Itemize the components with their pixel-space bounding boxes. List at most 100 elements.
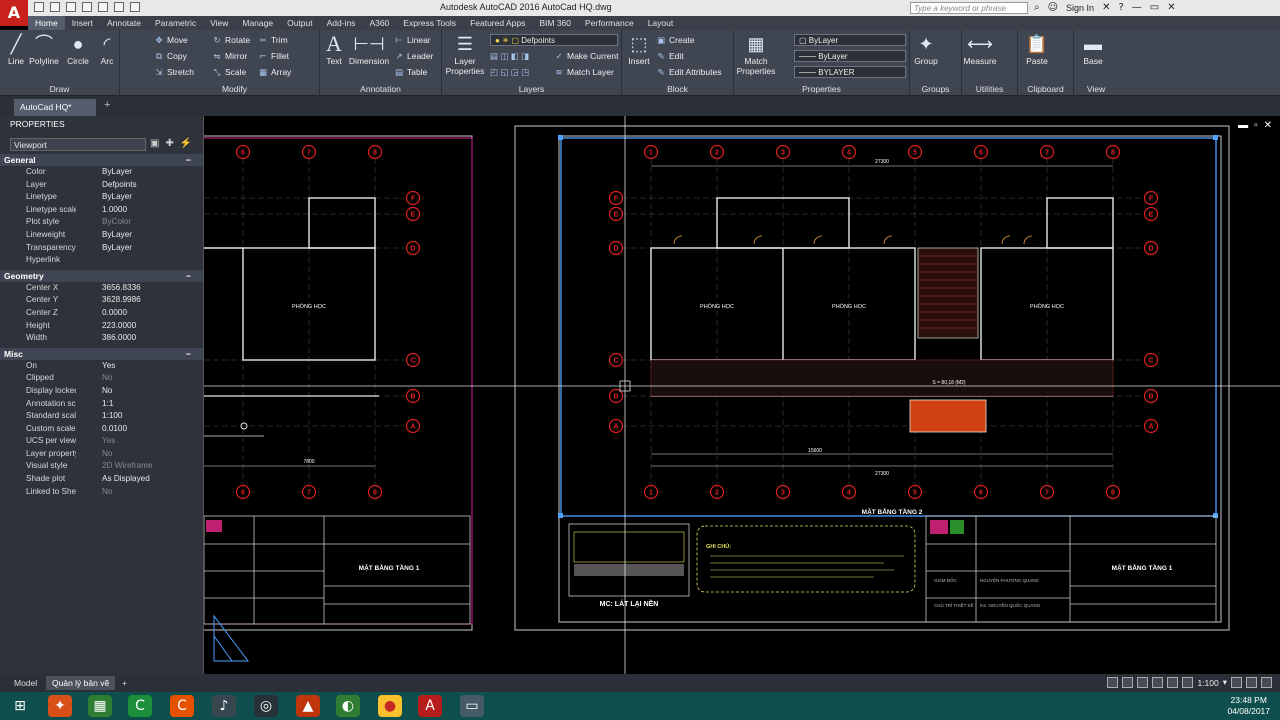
- property-row[interactable]: Linetype scale 1.0000: [0, 204, 203, 217]
- minimize-button[interactable]: —: [1132, 2, 1142, 14]
- linetype-dropdown[interactable]: ─── ByLayer: [794, 50, 906, 62]
- section-geometry[interactable]: Geometry −: [0, 269, 203, 282]
- block-panel-title[interactable]: Block: [622, 84, 733, 94]
- insert-button[interactable]: ⬚ Insert: [626, 34, 652, 66]
- viewport-scale[interactable]: 1:100: [1197, 678, 1218, 688]
- section-misc[interactable]: Misc −: [0, 347, 203, 360]
- search-input[interactable]: Type a keyword or phrase: [910, 2, 1028, 14]
- layers-panel-title[interactable]: Layers: [442, 84, 621, 94]
- groups-panel-title[interactable]: Groups: [910, 84, 961, 94]
- group-button[interactable]: ✦ Group: [912, 34, 940, 66]
- collapse-icon[interactable]: −: [186, 270, 191, 282]
- property-value[interactable]: Yes: [76, 435, 203, 448]
- selection-cycling-icon[interactable]: [1182, 677, 1194, 688]
- clipboard-panel-title[interactable]: Clipboard: [1018, 84, 1073, 94]
- property-value[interactable]: 223.0000: [76, 320, 203, 333]
- app-icon-4[interactable]: C: [170, 695, 194, 717]
- arc-button[interactable]: ◜ Arc: [96, 34, 118, 66]
- tab-view[interactable]: View: [203, 16, 235, 30]
- make-current-button[interactable]: ✓ Make Current: [554, 51, 618, 62]
- property-row[interactable]: Center Z 0.0000: [0, 307, 203, 320]
- app-icon-7[interactable]: ▲: [296, 695, 320, 717]
- layout-tab[interactable]: Quản lý bản vẽ: [46, 676, 116, 690]
- tab-insert[interactable]: Insert: [65, 16, 100, 30]
- drawing-canvas[interactable]: ▬ ▫ ✕ 1 1 2 2 3 3 4 4 5 5 6 6 7 7 8 8 F F E E D D C C B B A A PHÒNG …: [204, 116, 1280, 674]
- maximize-button[interactable]: ▭: [1150, 2, 1159, 14]
- property-row[interactable]: Shade plot As Displayed: [0, 473, 203, 486]
- lineweight-dropdown[interactable]: ─── BYLAYER: [794, 66, 906, 78]
- property-value[interactable]: 2D Wireframe: [76, 460, 203, 473]
- layer-properties-button[interactable]: ☰ Layer Properties: [444, 34, 486, 76]
- tab-a360[interactable]: A360: [362, 16, 396, 30]
- autocad-logo[interactable]: A: [0, 0, 28, 26]
- tab-parametric[interactable]: Parametric: [148, 16, 203, 30]
- workspace-icon[interactable]: [1231, 677, 1242, 688]
- grip-tl[interactable]: [558, 135, 563, 140]
- property-row[interactable]: Visual style 2D Wireframe: [0, 460, 203, 473]
- property-value[interactable]: 1.0000: [76, 204, 203, 217]
- search-icon[interactable]: ⌕: [1034, 2, 1040, 14]
- quick-select-icon[interactable]: ⚡: [180, 138, 192, 149]
- grip-bl[interactable]: [558, 513, 563, 518]
- property-row[interactable]: Layer property ov...No: [0, 448, 203, 461]
- property-row[interactable]: Display locked No: [0, 385, 203, 398]
- fillet-button[interactable]: ⌐ Fillet: [258, 51, 289, 62]
- tab-output[interactable]: Output: [280, 16, 320, 30]
- property-row[interactable]: Plot style ByColor: [0, 216, 203, 229]
- close-button[interactable]: ✕: [1167, 2, 1175, 14]
- tab-featured-apps[interactable]: Featured Apps: [463, 16, 532, 30]
- property-value[interactable]: Defpoints: [76, 179, 203, 192]
- property-value[interactable]: Yes: [76, 360, 203, 373]
- transparency-icon[interactable]: [1167, 677, 1179, 688]
- create-block-button[interactable]: ▣ Create: [656, 35, 695, 46]
- property-value[interactable]: 386.0000: [76, 332, 203, 345]
- model-tab[interactable]: Model: [8, 676, 43, 690]
- tab-express-tools[interactable]: Express Tools: [396, 16, 463, 30]
- select-objects-icon[interactable]: ✚: [165, 138, 173, 149]
- scale-button[interactable]: ⤡ Scale: [212, 67, 247, 78]
- app-icon-8[interactable]: ◐: [336, 695, 360, 717]
- exchange-icon[interactable]: ✕: [1102, 2, 1110, 14]
- annotation-monitor-icon[interactable]: [1246, 677, 1257, 688]
- linear-button[interactable]: ⊢ Linear: [394, 35, 430, 46]
- move-button[interactable]: ✥ Move: [154, 35, 187, 46]
- grid-icon[interactable]: [1122, 677, 1134, 688]
- property-value[interactable]: ByLayer: [76, 191, 203, 204]
- property-value[interactable]: 3656.8336: [76, 282, 203, 295]
- grip-tr[interactable]: [1213, 135, 1218, 140]
- paper-space-icon[interactable]: [1107, 677, 1119, 688]
- app-icon-6[interactable]: ◎: [254, 695, 278, 717]
- property-value[interactable]: ByLayer: [76, 229, 203, 242]
- collapse-icon[interactable]: −: [186, 348, 191, 360]
- property-row[interactable]: Linked to Sheet Vi...No: [0, 486, 203, 499]
- property-row[interactable]: Standard scale 1:100: [0, 410, 203, 423]
- tab-annotate[interactable]: Annotate: [100, 16, 148, 30]
- property-value[interactable]: 1:1: [76, 398, 203, 411]
- color-dropdown[interactable]: ▢ ByLayer: [794, 34, 906, 46]
- view-panel-title[interactable]: View: [1074, 84, 1118, 94]
- tab-performance[interactable]: Performance: [578, 16, 641, 30]
- layer-tools-icons[interactable]: ▤ ◫ ◧ ◨: [490, 51, 529, 62]
- property-row[interactable]: Center X 3656.8336: [0, 282, 203, 295]
- utilities-panel-title[interactable]: Utilities: [962, 84, 1017, 94]
- mirror-button[interactable]: ⇋ Mirror: [212, 51, 247, 62]
- undo-icon[interactable]: [114, 2, 124, 12]
- tab-manage[interactable]: Manage: [235, 16, 280, 30]
- base-button[interactable]: ▬ Base: [1078, 34, 1108, 66]
- chrome-icon[interactable]: ●: [378, 695, 402, 717]
- customize-icon[interactable]: [1261, 677, 1272, 688]
- measure-button[interactable]: ⟷ Measure: [962, 34, 998, 66]
- text-button[interactable]: A Text: [322, 33, 346, 67]
- add-layout-icon[interactable]: +: [116, 676, 133, 690]
- annotation-panel-title[interactable]: Annotation: [320, 84, 441, 94]
- saveas-icon[interactable]: [82, 2, 92, 12]
- app-icon-2[interactable]: ▦: [88, 695, 112, 717]
- property-row[interactable]: Center Y 3628.9986: [0, 294, 203, 307]
- properties-panel-title[interactable]: Properties: [734, 84, 909, 94]
- chevron-down-icon[interactable]: ▾: [1223, 677, 1227, 688]
- property-row[interactable]: Height 223.0000: [0, 320, 203, 333]
- tab-add-ins[interactable]: Add-ins: [320, 16, 363, 30]
- new-icon[interactable]: [34, 2, 44, 12]
- edit-attributes-button[interactable]: ✎ Edit Attributes: [656, 67, 721, 78]
- rotate-button[interactable]: ↻ Rotate: [212, 35, 250, 46]
